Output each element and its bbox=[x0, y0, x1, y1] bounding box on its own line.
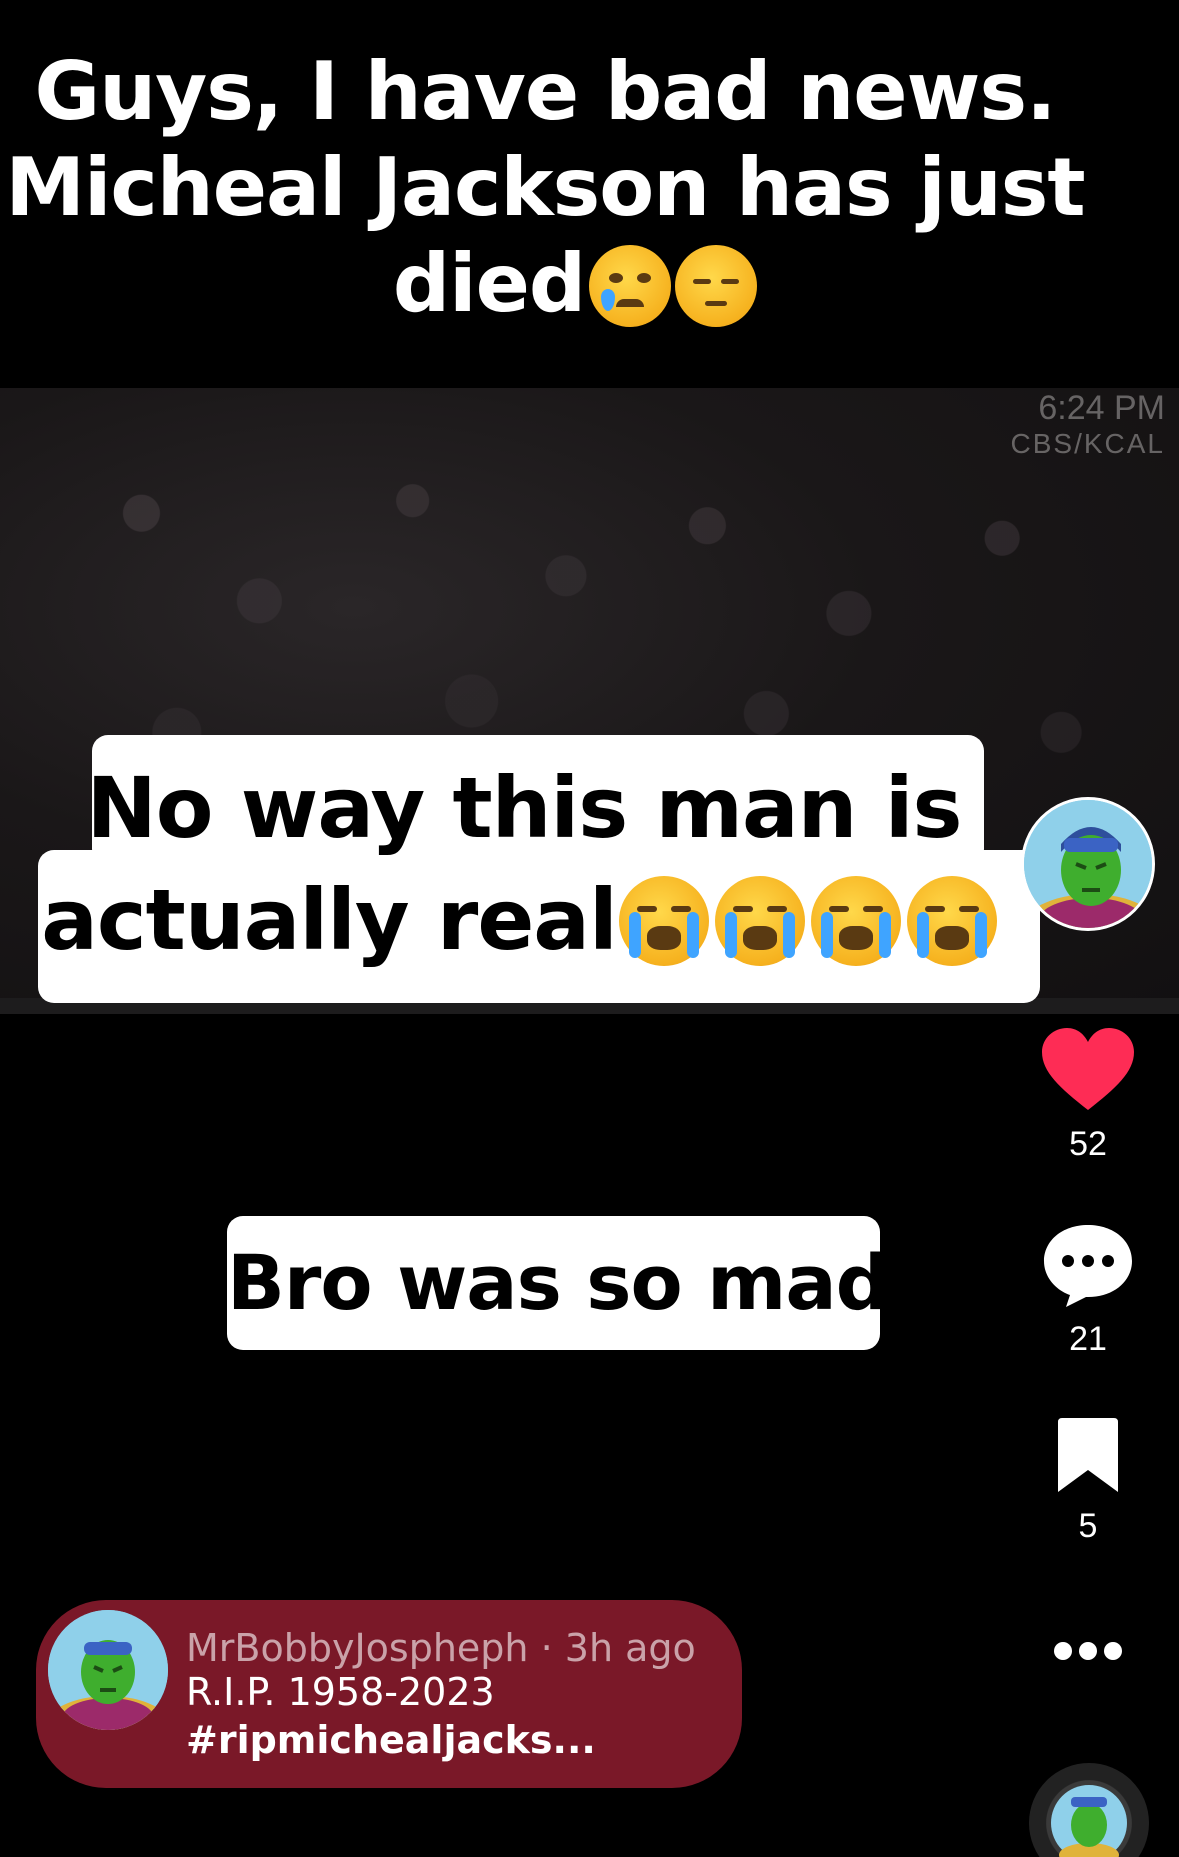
heart-icon bbox=[1042, 1028, 1134, 1110]
post-time: 3h ago bbox=[564, 1626, 696, 1670]
post-hashtag[interactable]: #ripmichealjacks... bbox=[186, 1718, 596, 1762]
caption-line-2-text: actually real bbox=[41, 871, 618, 969]
broadcast-network: CBS/KCAL bbox=[1010, 428, 1165, 459]
pensive-face-icon bbox=[675, 245, 758, 328]
comment-count: 21 bbox=[1069, 1320, 1107, 1358]
sound-disc-avatar bbox=[1051, 1785, 1127, 1857]
caption-bubble-2: Bro was so mad bbox=[227, 1216, 890, 1350]
post-author-line[interactable]: MrBobbyJospheph · 3h ago bbox=[186, 1626, 696, 1670]
loudly-crying-face-icon bbox=[618, 876, 709, 967]
creator-avatar[interactable] bbox=[1021, 797, 1155, 931]
post-separator: · bbox=[528, 1626, 565, 1670]
broadcast-stamp: 6:24 PM CBS/KCAL bbox=[1011, 390, 1166, 462]
caption-bubble-text: No way this man is actually real bbox=[38, 752, 1040, 976]
like-button[interactable]: 52 bbox=[1040, 1028, 1136, 1164]
post-username[interactable]: MrBobbyJospheph bbox=[186, 1626, 529, 1670]
avatar-image bbox=[1024, 800, 1152, 928]
headline-line-3: died bbox=[0, 236, 1090, 332]
broadcast-time: 6:24 PM bbox=[1038, 389, 1165, 427]
comment-icon bbox=[1044, 1225, 1132, 1307]
bookmark-button[interactable]: 5 bbox=[1040, 1418, 1136, 1546]
loudly-crying-face-icon bbox=[810, 876, 901, 967]
loudly-crying-face-icon bbox=[906, 876, 997, 967]
like-count: 52 bbox=[1069, 1125, 1107, 1163]
crying-face-icon bbox=[589, 245, 672, 328]
bookmark-icon bbox=[1058, 1418, 1118, 1492]
headline-caption: Guys, I have bad news. Micheal Jackson h… bbox=[0, 44, 1090, 332]
caption-line-2: actually real bbox=[38, 864, 1040, 976]
more-icon[interactable] bbox=[1050, 1636, 1126, 1666]
post-author-avatar[interactable] bbox=[48, 1610, 168, 1730]
sound-disc[interactable] bbox=[1029, 1763, 1149, 1857]
caption-line-1: No way this man is bbox=[86, 759, 963, 857]
bookmark-count: 5 bbox=[1078, 1507, 1098, 1545]
headline-line-1: Guys, I have bad news. bbox=[34, 45, 1057, 138]
comment-button[interactable]: 21 bbox=[1040, 1221, 1136, 1359]
post-description: R.I.P. 1958-2023 bbox=[186, 1670, 495, 1714]
headline-line-3-text: died bbox=[392, 237, 586, 330]
post-author-avatar-image bbox=[48, 1610, 168, 1730]
loudly-crying-face-icon bbox=[714, 876, 805, 967]
video-post-screen: Guys, I have bad news. Micheal Jackson h… bbox=[0, 0, 1179, 1857]
headline-line-2: Micheal Jackson has just bbox=[5, 141, 1085, 234]
